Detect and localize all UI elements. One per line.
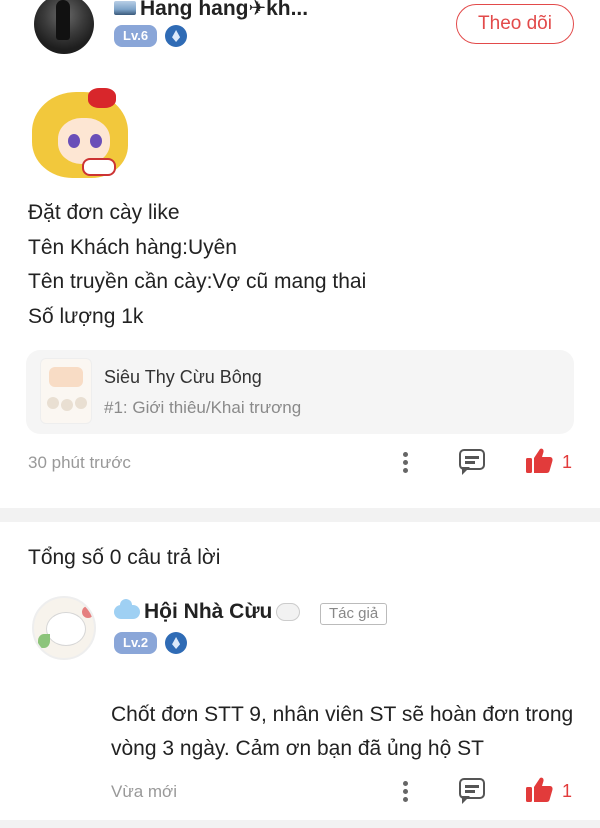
post-body-line: Tên Khách hàng:Uyên (28, 235, 237, 259)
author-badges: Lv.6 (114, 25, 188, 47)
author-name-row[interactable]: Hang hang✈kh... (114, 0, 308, 22)
reply-author-avatar[interactable] (32, 596, 96, 660)
reply-author-badges: Lv.2 (114, 632, 188, 654)
reply-time: Vừa mới (111, 782, 177, 801)
reply-count-label: Tổng số 0 câu trả lời (28, 546, 221, 569)
like-count: 1 (562, 781, 573, 801)
sticker-bow (88, 88, 116, 108)
thumb-sheep (47, 397, 59, 409)
level-badge: Lv.2 (114, 632, 158, 654)
thumbs-up-icon[interactable] (525, 447, 553, 475)
comment-icon[interactable] (459, 449, 487, 475)
author-tag: Tác giả (320, 603, 388, 625)
diamond-icon (165, 632, 188, 654)
bottom-divider (0, 820, 600, 828)
post-body: Đặt đơn cày like Tên Khách hàng:Uyên Tên… (28, 196, 588, 334)
reply-text: Chốt đơn STT 9, nhân viên ST sẽ hoàn đơn… (111, 703, 574, 760)
story-title: Siêu Thy Cừu Bông (104, 367, 262, 387)
comment-icon[interactable] (459, 778, 487, 804)
reply-meta-row: Vừa mới 1 (0, 775, 600, 809)
name-emoji-icon (114, 1, 136, 15)
section-divider (0, 508, 600, 522)
more-vertical-icon[interactable] (396, 448, 416, 478)
sticker-hand (82, 158, 116, 176)
thumbs-up-icon[interactable] (525, 776, 553, 804)
cloud-icon (114, 599, 140, 619)
thumb-sheep (75, 397, 87, 409)
diamond-icon (165, 25, 188, 47)
post-body-line: Đặt đơn cày like (28, 201, 180, 224)
anime-sticker-image (26, 88, 134, 180)
post-time: 30 phút trước (28, 453, 131, 472)
sheep-icon (276, 603, 301, 621)
sticker-eye-right (90, 134, 102, 148)
reply-author-row[interactable]: Hội Nhà Cừu (114, 599, 301, 624)
thumb-title-art (49, 367, 83, 387)
reply-author-name[interactable]: Hội Nhà Cừu (144, 600, 272, 624)
avatar-sheep (46, 612, 86, 646)
story-thumbnail (40, 358, 92, 424)
level-badge: Lv.6 (114, 25, 158, 47)
avatar-leaf (38, 634, 50, 648)
author-avatar[interactable] (34, 0, 94, 54)
thumb-sheep (61, 399, 73, 411)
post-body-line: Tên truyền cần cày:Vợ cũ mang thai (28, 270, 367, 293)
story-chapter: #1: Giới thiêu/Khai trương (104, 398, 302, 417)
post: Hang hang✈kh... Lv.6 Theo dõi Đặt đơn cà… (0, 0, 600, 508)
like-count: 1 (562, 452, 573, 472)
sticker-eye-left (68, 134, 80, 148)
more-vertical-icon[interactable] (396, 777, 416, 807)
post-body-line: Số lượng 1k (28, 304, 144, 328)
linked-story-card[interactable]: Siêu Thy Cừu Bông #1: Giới thiêu/Khai tr… (26, 350, 574, 434)
follow-button[interactable]: Theo dõi (456, 4, 574, 44)
avatar-flower (82, 606, 94, 618)
post-meta-row: 30 phút trước 1 (0, 446, 600, 480)
author-name[interactable]: Hang hang✈kh... (140, 0, 308, 21)
avatar-figure (56, 0, 70, 40)
